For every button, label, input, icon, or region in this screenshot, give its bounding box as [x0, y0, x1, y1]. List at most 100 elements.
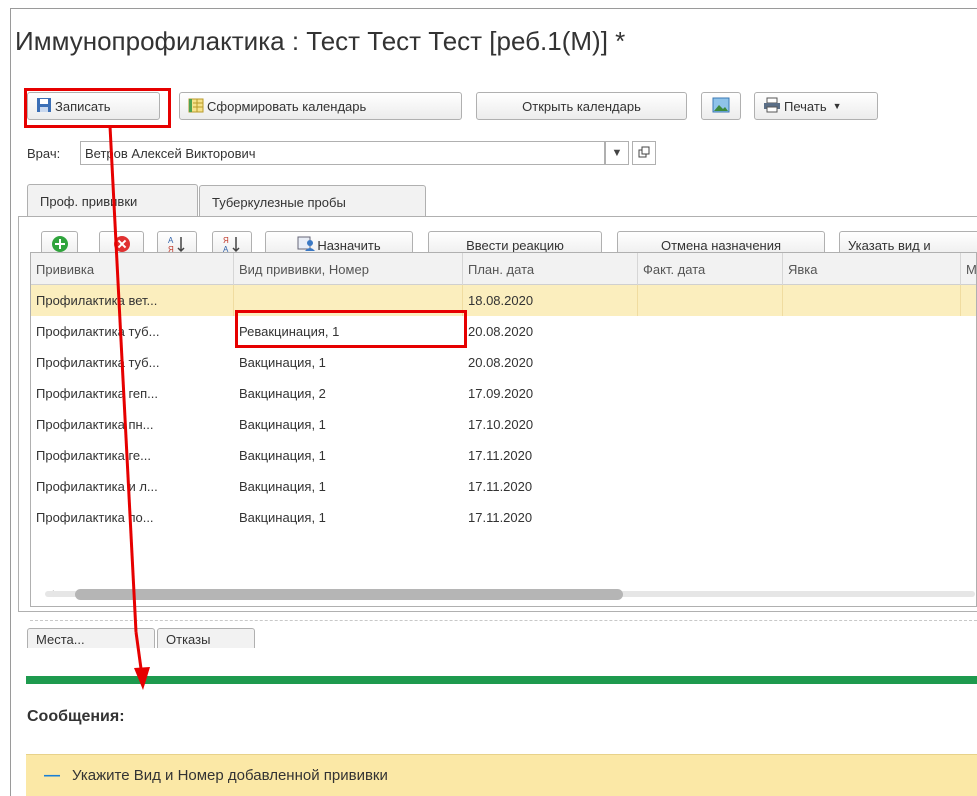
- open-calendar-label: Открыть календарь: [522, 98, 641, 114]
- table-cell[interactable]: Профилактика по...: [31, 502, 234, 533]
- column-header-vaccination[interactable]: Прививка: [31, 253, 234, 285]
- table-row[interactable]: Профилактика геп... Вакцинация, 2 17.09.20…: [31, 378, 976, 409]
- image-button[interactable]: [701, 92, 741, 120]
- cancel-assignment-label: Отмена назначения: [660, 237, 782, 253]
- floppy-disk-icon: [36, 97, 52, 116]
- table-cell[interactable]: Профилактика геп...: [31, 378, 234, 409]
- table-cell[interactable]: [783, 285, 961, 316]
- column-header-m[interactable]: М: [961, 253, 976, 285]
- specify-type-label: Указать вид и: [848, 237, 931, 253]
- tab-places-label: Места...: [36, 632, 85, 647]
- table-cell[interactable]: [783, 471, 961, 502]
- save-button[interactable]: Записать: [27, 92, 160, 120]
- table-cell[interactable]: Профилактика туб...: [31, 316, 234, 347]
- form-calendar-button[interactable]: Сформировать календарь: [179, 92, 462, 120]
- table-cell[interactable]: Вакцинация, 1: [234, 440, 463, 471]
- table-cell[interactable]: Вакцинация, 1: [234, 502, 463, 533]
- table-cell[interactable]: [783, 502, 961, 533]
- chevron-down-icon: ▼: [611, 147, 623, 159]
- table-cell[interactable]: Ревакцинация, 1: [234, 316, 463, 347]
- assign-label: Назначить: [317, 237, 381, 253]
- table-row[interactable]: Профилактика ге... Вакцинация, 1 17.11.202…: [31, 440, 976, 471]
- table-cell[interactable]: Профилактика и л...: [31, 471, 234, 502]
- open-calendar-button[interactable]: Открыть календарь: [476, 92, 687, 120]
- table-cell[interactable]: 17.10.2020: [463, 409, 638, 440]
- table-cell[interactable]: Профилактика ге...: [31, 440, 234, 471]
- splitter[interactable]: [30, 620, 977, 621]
- scrollbar-thumb[interactable]: [75, 589, 623, 600]
- table-header: Прививка Вид прививки, Номер План. дата …: [31, 253, 976, 285]
- table-cell[interactable]: 17.09.2020: [463, 378, 638, 409]
- table-cell[interactable]: Профилактика пн...: [31, 409, 234, 440]
- tab-places[interactable]: Места...: [27, 628, 155, 648]
- table-cell[interactable]: [638, 471, 783, 502]
- table-cell[interactable]: [638, 316, 783, 347]
- messages-separator: [26, 676, 977, 684]
- table-cell[interactable]: 17.11.2020: [463, 502, 638, 533]
- doctor-label: Врач:: [27, 146, 61, 161]
- tab-tuberculin-tests[interactable]: Туберкулезные пробы: [199, 185, 426, 218]
- window-title: Иммунопрофилактика : Тест Тест Тест [реб…: [15, 26, 626, 56]
- save-label: Записать: [55, 98, 111, 114]
- table-cell[interactable]: [638, 440, 783, 471]
- doctor-dropdown-button[interactable]: ▼: [605, 141, 629, 165]
- table-cell[interactable]: Вакцинация, 2: [234, 378, 463, 409]
- column-header-attendance[interactable]: Явка: [783, 253, 961, 285]
- column-header-fact-date[interactable]: Факт. дата: [638, 253, 783, 285]
- table-cell[interactable]: Вакцинация, 1: [234, 471, 463, 502]
- doctor-value: Ветров Алексей Викторович: [85, 145, 256, 161]
- tab-tuberculin-tests-label: Туберкулезные пробы: [212, 194, 346, 210]
- table-cell[interactable]: [234, 285, 463, 316]
- column-header-plan-date[interactable]: План. дата: [463, 253, 638, 285]
- table-cell[interactable]: [638, 285, 783, 316]
- tab-refusals[interactable]: Отказы: [157, 628, 255, 648]
- table-cell[interactable]: [638, 409, 783, 440]
- calendar-grid-icon: [188, 97, 204, 116]
- table-cell[interactable]: [783, 409, 961, 440]
- table-row[interactable]: Профилактика пн... Вакцинация, 1 17.10.202…: [31, 409, 976, 440]
- table-row[interactable]: Профилактика и л... Вакцинация, 1 17.11.20…: [31, 471, 976, 502]
- table-row[interactable]: Профилактика туб... Вакцинация, 1 20.08.20…: [31, 347, 976, 378]
- form-calendar-label: Сформировать календарь: [207, 98, 367, 114]
- table-row[interactable]: Профилактика по... Вакцинация, 1 17.11.202…: [31, 502, 976, 533]
- table-cell[interactable]: [638, 502, 783, 533]
- column-header-type-number[interactable]: Вид прививки, Номер: [234, 253, 463, 285]
- table-cell[interactable]: Вакцинация, 1: [234, 409, 463, 440]
- table-cell[interactable]: Профилактика туб...: [31, 347, 234, 378]
- dash-icon: —: [44, 766, 60, 784]
- table-cell[interactable]: [783, 440, 961, 471]
- table-cell[interactable]: 20.08.2020: [463, 316, 638, 347]
- table-cell[interactable]: Вакцинация, 1: [234, 347, 463, 378]
- table-cell[interactable]: [783, 378, 961, 409]
- table-cell[interactable]: Профилактика вет...: [31, 285, 234, 316]
- doctor-field[interactable]: Ветров Алексей Викторович: [80, 141, 605, 165]
- table-cell[interactable]: [783, 347, 961, 378]
- vaccinations-table[interactable]: Прививка Вид прививки, Номер План. дата …: [30, 252, 977, 607]
- open-window-icon: [638, 146, 650, 161]
- svg-text:Я: Я: [223, 236, 229, 245]
- svg-text:A: A: [168, 236, 174, 245]
- message-text: Укажите Вид и Номер добавленной прививки: [72, 767, 388, 784]
- table-cell[interactable]: 17.11.2020: [463, 440, 638, 471]
- table-row[interactable]: Профилактика вет... 18.08.2020: [31, 285, 976, 316]
- print-label: Печать: [784, 98, 827, 114]
- table-cell[interactable]: [783, 316, 961, 347]
- tab-prof-vaccinations-label: Проф. прививки: [40, 193, 138, 209]
- open-doctor-button[interactable]: [632, 141, 656, 165]
- tab-prof-vaccinations[interactable]: Проф. прививки: [27, 184, 198, 217]
- enter-reaction-label: Ввести реакцию: [466, 237, 564, 253]
- print-button[interactable]: Печать ▼: [754, 92, 878, 120]
- horizontal-scrollbar[interactable]: ◀: [31, 580, 976, 606]
- tab-refusals-label: Отказы: [166, 632, 211, 647]
- picture-icon: [712, 97, 730, 116]
- table-cell[interactable]: [638, 347, 783, 378]
- table-cell[interactable]: 18.08.2020: [463, 285, 638, 316]
- chevron-down-icon: ▼: [832, 101, 842, 111]
- messages-title: Сообщения:: [27, 708, 125, 725]
- table-cell[interactable]: 20.08.2020: [463, 347, 638, 378]
- table-cell[interactable]: 17.11.2020: [463, 471, 638, 502]
- message-item[interactable]: — Укажите Вид и Номер добавленной привив…: [26, 754, 977, 796]
- table-row[interactable]: Профилактика туб... Ревакцинация, 1 20.08.…: [31, 316, 976, 347]
- printer-icon: [763, 97, 781, 116]
- table-cell[interactable]: [638, 378, 783, 409]
